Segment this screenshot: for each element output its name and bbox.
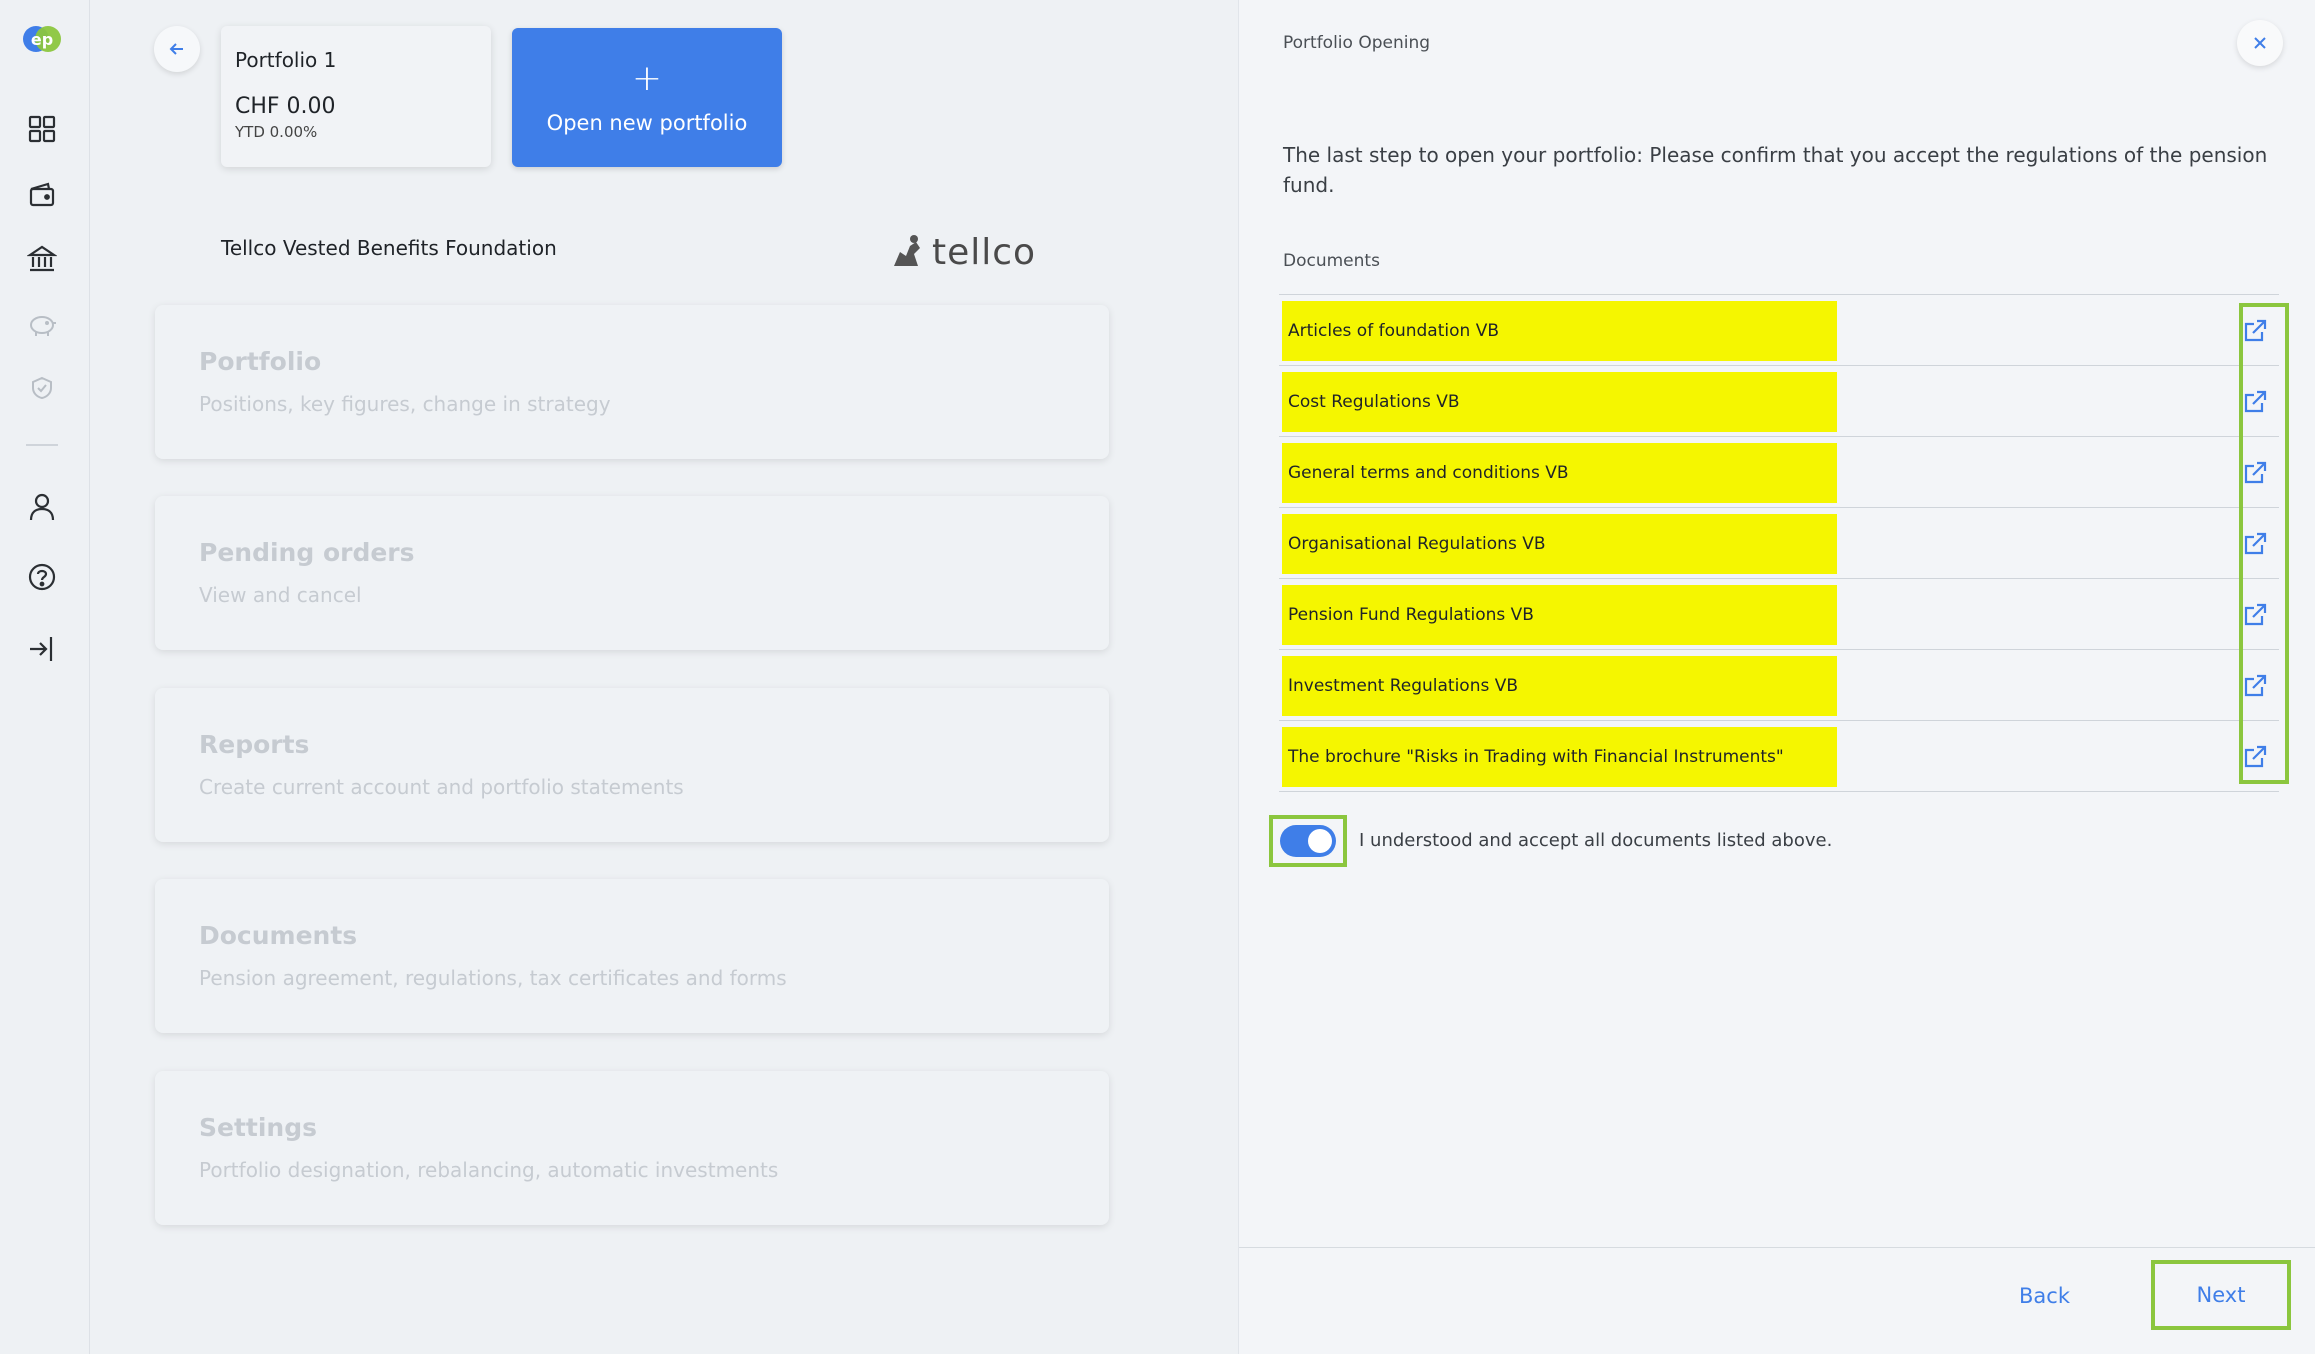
wallet-icon[interactable]	[25, 178, 59, 212]
intro-text: The last step to open your portfolio: Pl…	[1283, 143, 2268, 197]
portfolio-opening-panel: Portfolio Opening The last step to open …	[1238, 0, 2315, 1354]
document-row: Pension Fund Regulations VB	[1279, 579, 2279, 650]
app-logo[interactable]: ep	[22, 22, 62, 56]
external-link-icon[interactable]	[2239, 386, 2271, 418]
document-row: Cost Regulations VB	[1279, 366, 2279, 437]
logout-icon[interactable]	[25, 632, 59, 666]
portfolio-card[interactable]: Portfolio 1 CHF 0.00 YTD 0.00%	[221, 26, 491, 167]
documents-list: Articles of foundation VB Cost Regulatio…	[1279, 294, 2279, 792]
icon-rail: ep	[0, 0, 90, 1354]
document-name: Articles of foundation VB	[1282, 301, 1837, 361]
open-new-portfolio-button[interactable]: + Open new portfolio	[512, 28, 782, 167]
tellco-figure-icon	[894, 235, 920, 266]
menu-card-subtitle: Portfolio designation, rebalancing, auto…	[199, 1158, 779, 1182]
external-link-icon[interactable]	[2239, 741, 2271, 773]
menu-card-title: Portfolio	[199, 347, 322, 376]
dashboard-icon[interactable]	[25, 112, 59, 146]
foundation-name: Tellco Vested Benefits Foundation	[221, 236, 557, 260]
menu-card-subtitle: Positions, key figures, change in strate…	[199, 392, 611, 416]
documents-label: Documents	[1283, 251, 1380, 271]
document-name: Investment Regulations VB	[1282, 656, 1837, 716]
portfolio-value: CHF 0.00	[235, 94, 336, 119]
menu-card-portfolio[interactable]: Portfolio Positions, key figures, change…	[155, 305, 1109, 459]
external-link-icon[interactable]	[2239, 670, 2271, 702]
rail-divider	[26, 444, 58, 446]
menu-card-title: Reports	[199, 730, 310, 759]
document-name: Cost Regulations VB	[1282, 372, 1837, 432]
menu-card-subtitle: View and cancel	[199, 583, 362, 607]
next-button[interactable]: Next	[2151, 1260, 2291, 1330]
menu-card-subtitle: Pension agreement, regulations, tax cert…	[199, 966, 787, 990]
document-row: General terms and conditions VB	[1279, 437, 2279, 508]
menu-card-title: Pending orders	[199, 538, 415, 567]
panel-footer: Back Next	[1239, 1247, 2315, 1354]
menu-card-documents[interactable]: Documents Pension agreement, regulations…	[155, 879, 1109, 1033]
open-new-portfolio-label: Open new portfolio	[546, 110, 748, 135]
toggle-switch[interactable]	[1280, 825, 1336, 857]
external-link-icon[interactable]	[2239, 528, 2271, 560]
document-row: Organisational Regulations VB	[1279, 508, 2279, 579]
document-row: The brochure "Risks in Trading with Fina…	[1279, 721, 2279, 792]
external-link-icon[interactable]	[2239, 457, 2271, 489]
panel-title: Portfolio Opening	[1283, 33, 1431, 53]
back-button[interactable]: Back	[2019, 1284, 2070, 1308]
svg-text:ep: ep	[31, 30, 53, 49]
document-name: General terms and conditions VB	[1282, 443, 1837, 503]
external-link-icon[interactable]	[2239, 315, 2271, 347]
menu-card-title: Settings	[199, 1113, 318, 1142]
accept-toggle[interactable]	[1269, 815, 1347, 867]
menu-card-subtitle: Create current account and portfolio sta…	[199, 775, 684, 799]
menu-card-pending-orders[interactable]: Pending orders View and cancel	[155, 496, 1109, 650]
menu-card-reports[interactable]: Reports Create current account and portf…	[155, 688, 1109, 842]
close-button[interactable]	[2237, 20, 2283, 66]
help-icon[interactable]	[25, 560, 59, 594]
toggle-knob	[1308, 829, 1332, 853]
piggy-bank-icon	[25, 307, 59, 341]
portfolio-name: Portfolio 1	[235, 48, 337, 72]
close-icon	[2254, 37, 2266, 49]
document-row: Articles of foundation VB	[1279, 295, 2279, 366]
bank-icon[interactable]	[25, 242, 59, 276]
document-name: Pension Fund Regulations VB	[1282, 585, 1837, 645]
external-link-icon[interactable]	[2239, 599, 2271, 631]
document-name: Organisational Regulations VB	[1282, 514, 1837, 574]
shield-icon	[25, 371, 59, 405]
arrow-left-icon	[169, 43, 183, 55]
back-arrow-button[interactable]	[154, 26, 200, 72]
portfolio-ytd: YTD 0.00%	[235, 123, 318, 141]
menu-card-settings[interactable]: Settings Portfolio designation, rebalanc…	[155, 1071, 1109, 1225]
menu-card-title: Documents	[199, 921, 358, 950]
document-name: The brochure "Risks in Trading with Fina…	[1282, 727, 1837, 787]
accept-label: I understood and accept all documents li…	[1359, 830, 1833, 851]
user-icon[interactable]	[25, 490, 59, 524]
tellco-wordmark: tellco	[932, 231, 1037, 273]
document-row: Investment Regulations VB	[1279, 650, 2279, 721]
tellco-logo: tellco	[888, 230, 1038, 274]
plus-icon: +	[631, 57, 663, 99]
